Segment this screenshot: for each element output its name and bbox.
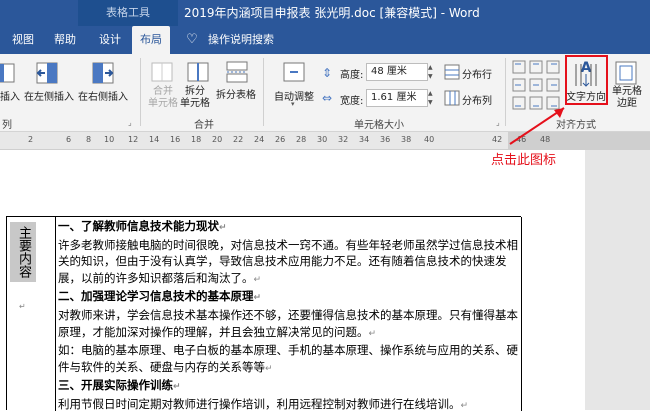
ruler-number: 30 [317,135,328,144]
paragraph-mark: ↵ [460,400,469,411]
cell-margins-label-2: 边距 [617,98,637,109]
ruler-number: 24 [254,135,265,144]
autofit-dropdown-icon: ▾ [291,100,295,108]
split-cells-label-1: 拆分 [185,86,205,97]
ruler-number: 12 [128,135,139,144]
ruler-number: 38 [401,135,412,144]
split-table-button[interactable]: 拆分表格 [216,86,256,101]
paragraph-heading: 一、了解教师信息技术能力现状↵ [58,218,518,237]
split-table-icon [226,61,248,83]
column-width-icon: ⇔ [322,91,333,105]
merge-cells-icon [151,62,173,82]
height-input[interactable]: 48 厘米 [366,63,428,81]
distribute-cols-button[interactable]: 分布列 [462,92,492,107]
split-cells-button[interactable]: 拆分 单元格 [180,86,210,110]
paragraph-mark: ↵ [253,293,262,304]
group-separator [263,58,264,126]
cell-size-group-label: 单元格大小 [354,120,404,131]
width-label: 宽度: [340,96,364,107]
paragraph-text: 二、加强理论学习信息技术的基本原理 [58,289,254,304]
insert-right-icon [92,62,114,84]
window-title: 2019年内涵项目申报表 张光明.doc [兼容模式] - Word [184,6,480,20]
tab-view[interactable]: 视图 [8,26,38,54]
tab-design[interactable]: 设计 [92,26,128,54]
height-label: 高度: [340,70,364,81]
group-separator [140,58,141,126]
width-input[interactable]: 1.61 厘米 [366,89,428,107]
ruler-number: 10 [104,135,115,144]
ruler-number: 18 [191,135,202,144]
table-cell-content[interactable]: 一、了解教师信息技术能力现状↵ 许多老教师接触电脑的时间很晚，对信息技术一窍不通… [58,218,518,415]
paragraph-text: 利用节假日时间定期对教师进行操作培训，利用远程控制对教师进行在线培训。 [58,396,461,411]
paragraph-text: 如：电脑的基本原理、电子白板的基本原理、手机的基本原理、操作系统与应用的关系、硬… [58,343,518,374]
insert-icon [0,63,15,83]
table-column-divider [55,217,56,411]
paragraph-mark: ↵ [253,274,262,285]
table-cell-main-content[interactable]: 主要内容 [10,222,36,282]
ruler-number: 40 [424,135,435,144]
width-spinner[interactable]: ▲ ▼ [428,89,438,107]
paragraph-heading: 三、开展实际操作训练↵ [58,377,518,396]
merge-group-label: 合并 [194,120,214,131]
paragraph-mark: ↵ [265,363,273,374]
insert-left-icon [36,62,58,84]
paragraph-mark: ↵ [368,328,377,339]
title-bar: 表格工具 2019年内涵项目申报表 张光明.doc [兼容模式] - Word [0,0,650,26]
rows-cols-group-label: 列 [2,120,12,131]
insert-left-button[interactable]: 在左侧插入 [24,88,74,103]
paragraph-heading: 二、加强理论学习信息技术的基本原理↵ [58,288,518,307]
ribbon-tabs: 视图 帮助 设计 布局 ♡ 操作说明搜索 [0,26,650,54]
dialog-launcher-icon[interactable]: ⌟ [128,118,132,127]
merge-cells-label-1: 合并 [153,86,173,97]
ruler-number: 20 [212,135,223,144]
paragraph-text: 对教师来讲，学会信息技术基本操作还不够，还要懂得信息技术的基本原理。只有懂得基本… [58,307,518,339]
tab-help[interactable]: 帮助 [50,26,80,54]
ruler-number: 34 [359,135,370,144]
paragraph: 利用节假日时间定期对教师进行操作培训，利用远程控制对教师进行在线培训。↵ [58,396,518,415]
distribute-rows-icon [444,64,460,80]
ruler-number: 22 [233,135,244,144]
paragraph: 对教师来讲，学会信息技术基本操作还不够，还要懂得信息技术的基本原理。只有懂得基本… [58,307,518,342]
insert-right-button[interactable]: 在右侧插入 [78,88,128,103]
paragraph-text: 许多老教师接触电脑的时间很晚，对信息技术一窍不通。有些年轻老师虽然学过信息技术相… [58,237,518,285]
cell-end-mark: ↵ [19,302,26,311]
tab-layout[interactable]: 布局 [132,26,170,54]
paragraph-mark: ↵ [219,223,227,233]
ruler-number: 2 [28,135,34,144]
autofit-icon [283,62,305,82]
paragraph-mark: ↵ [173,382,181,393]
merge-cells-label-2: 单元格 [148,98,178,109]
cell-margins-button[interactable]: 单元格 边距 [612,86,642,110]
ruler-number: 8 [86,135,92,144]
ruler-number: 36 [380,135,391,144]
ruler-number: 32 [338,135,349,144]
ruler-number: 28 [296,135,307,144]
contextual-tab-table-tools: 表格工具 [78,0,178,26]
callout-text: 点击此图标 [491,153,557,168]
distribute-cols-icon [444,90,460,106]
paragraph-text: 一、了解教师信息技术能力现状 [58,219,219,233]
ruler-number: 14 [149,135,160,144]
merge-cells-button[interactable]: 合并 单元格 [148,86,178,110]
height-spinner[interactable]: ▲ ▼ [428,63,438,81]
tell-me-search[interactable]: 操作说明搜索 [204,26,278,54]
table-right-border [521,217,522,411]
split-cells-icon [187,62,209,82]
ruler-number: 6 [66,135,72,144]
cell-margins-label-1: 单元格 [612,86,642,97]
callout-arrow [509,107,565,145]
cell-margins-icon [615,61,637,85]
ruler-number: 26 [275,135,286,144]
paragraph-text: 三、开展实际操作训练 [58,378,173,393]
highlight-box [565,55,608,105]
row-height-icon: ⇕ [322,66,333,80]
split-cells-label-2: 单元格 [180,98,210,109]
paragraph: 如：电脑的基本原理、电子白板的基本原理、手机的基本原理、操作系统与应用的关系、硬… [58,342,518,377]
paragraph: 许多老教师接触电脑的时间很晚，对信息技术一窍不通。有些年轻老师虽然学过信息技术相… [58,237,518,289]
distribute-rows-button[interactable]: 分布行 [462,66,492,81]
insert-button[interactable]: 插入 [0,88,20,103]
ruler-number: 16 [170,135,181,144]
lightbulb-icon: ♡ [186,32,198,47]
